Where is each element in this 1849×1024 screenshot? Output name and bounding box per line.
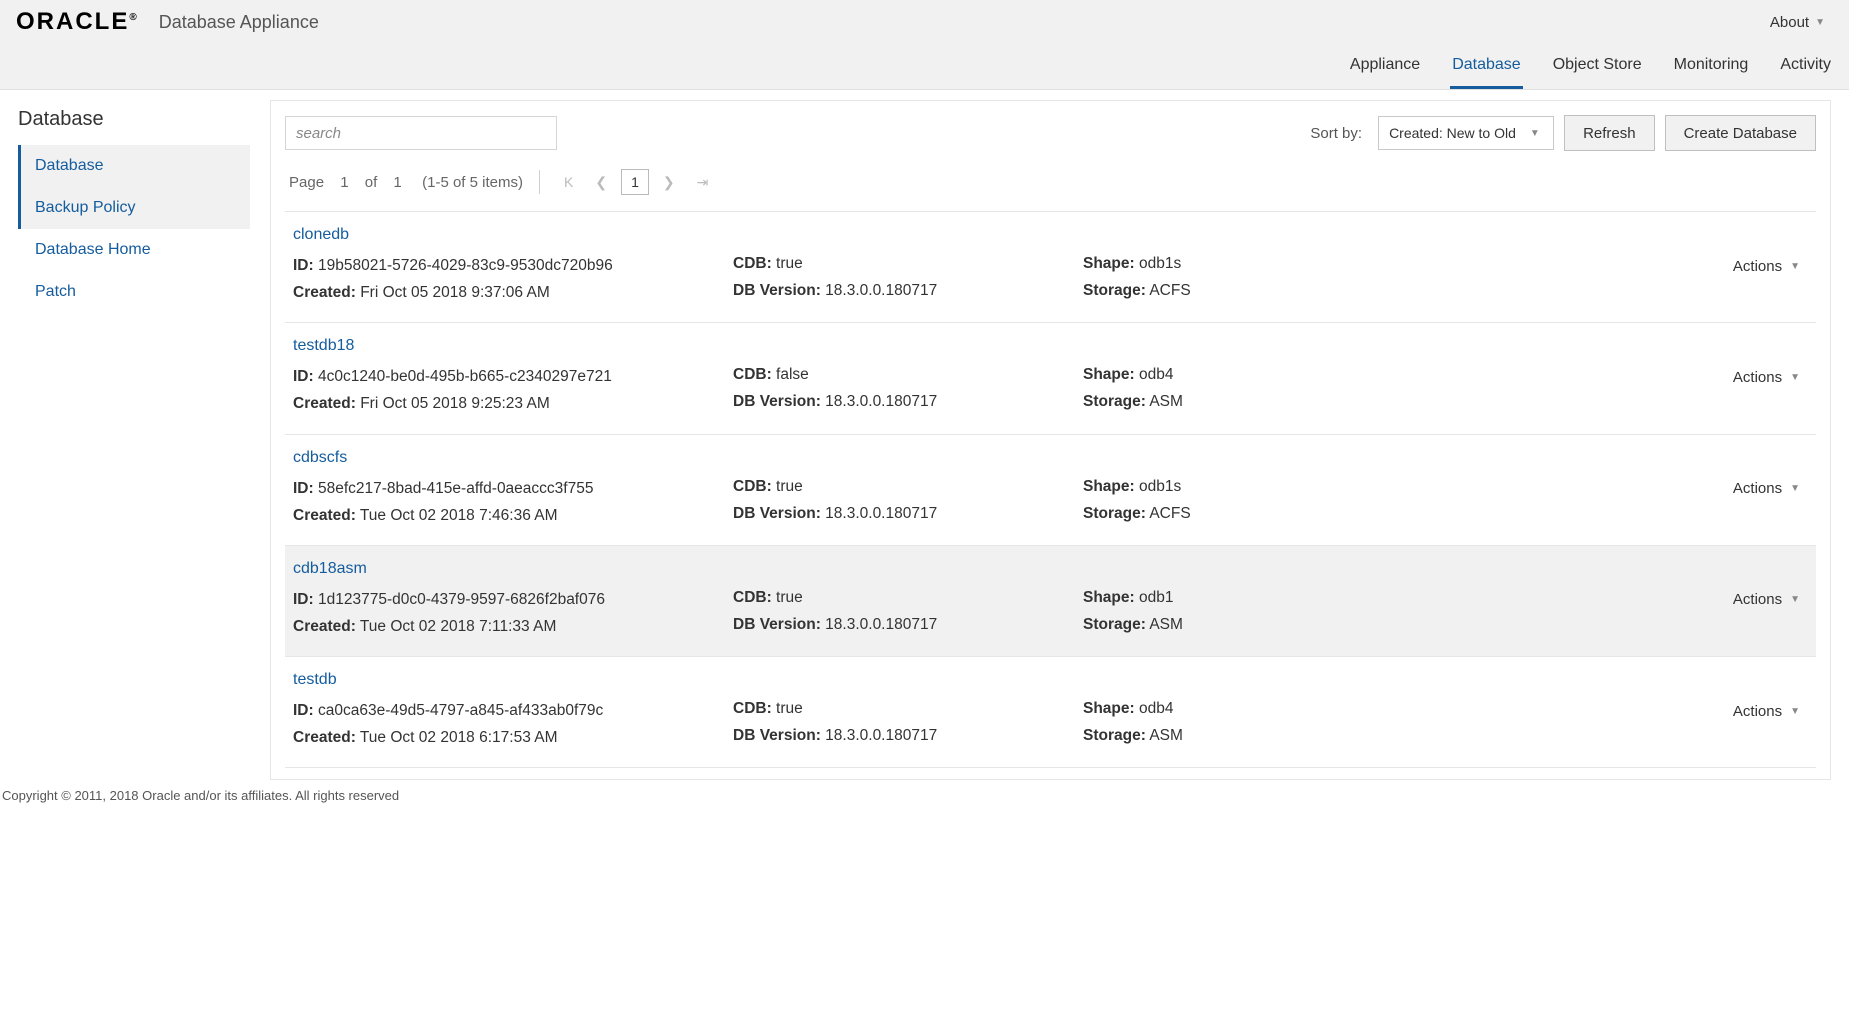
db-created: Created: Tue Oct 02 2018 7:11:33 AM: [293, 613, 733, 640]
actions-menu[interactable]: Actions ▼: [1733, 369, 1808, 386]
sidebar-item-patch[interactable]: Patch: [18, 271, 250, 313]
create-database-button[interactable]: Create Database: [1665, 115, 1816, 151]
page-number[interactable]: 1: [621, 169, 649, 195]
db-id: ID: 1d123775-d0c0-4379-9597-6826f2baf076: [293, 586, 733, 613]
db-version: DB Version: 18.3.0.0.180717: [733, 611, 1083, 638]
tab-activity[interactable]: Activity: [1778, 52, 1833, 89]
database-row: cdb18asm ID: 1d123775-d0c0-4379-9597-682…: [285, 546, 1816, 657]
database-list: clonedb ID: 19b58021-5726-4029-83c9-9530…: [285, 211, 1816, 768]
db-created: Created: Fri Oct 05 2018 9:37:06 AM: [293, 279, 733, 306]
db-created: Created: Tue Oct 02 2018 6:17:53 AM: [293, 724, 733, 751]
db-storage: Storage: ACFS: [1083, 277, 1733, 304]
top-banner: ORACLE® Database Appliance About ▼ Appli…: [0, 0, 1849, 90]
db-shape: Shape: odb1s: [1083, 473, 1733, 500]
database-name-link[interactable]: clonedb: [293, 226, 349, 252]
page-prev-icon[interactable]: ❮: [587, 174, 615, 191]
about-menu[interactable]: About ▼: [1770, 14, 1833, 31]
db-shape: Shape: odb1: [1083, 584, 1733, 611]
tab-appliance[interactable]: Appliance: [1348, 52, 1422, 89]
db-storage: Storage: ASM: [1083, 611, 1733, 638]
top-tabs: Appliance Database Object Store Monitoring A…: [0, 40, 1849, 89]
sidebar-item-backup-policy[interactable]: Backup Policy: [18, 187, 250, 229]
chevron-down-icon: ▼: [1790, 372, 1800, 383]
database-name-link[interactable]: testdb18: [293, 337, 354, 363]
db-cdb: CDB: true: [733, 250, 1083, 277]
app-title: Database Appliance: [159, 12, 319, 33]
sidebar-title: Database: [18, 102, 250, 145]
sortby-select[interactable]: Created: New to Old ▼: [1378, 116, 1554, 150]
actions-label: Actions: [1733, 369, 1782, 386]
main-content: Sort by: Created: New to Old ▼ Refresh C…: [260, 90, 1849, 780]
db-id: ID: ca0ca63e-49d5-4797-a845-af433ab0f79c: [293, 697, 733, 724]
pagination: Page 1 of 1 (1-5 of 5 items) K ❮ 1 ❯ ⇥: [285, 151, 1816, 211]
db-id: ID: 58efc217-8bad-415e-affd-0aeaccc3f755: [293, 475, 733, 502]
db-id: ID: 4c0c1240-be0d-495b-b665-c2340297e721: [293, 363, 733, 390]
db-cdb: CDB: true: [733, 584, 1083, 611]
actions-label: Actions: [1733, 591, 1782, 608]
chevron-down-icon: ▼: [1790, 594, 1800, 605]
db-version: DB Version: 18.3.0.0.180717: [733, 277, 1083, 304]
tab-database[interactable]: Database: [1450, 52, 1523, 89]
db-storage: Storage: ACFS: [1083, 500, 1733, 527]
toolbar: Sort by: Created: New to Old ▼ Refresh C…: [285, 115, 1816, 151]
sortby-label: Sort by:: [1310, 125, 1362, 142]
refresh-button[interactable]: Refresh: [1564, 115, 1655, 151]
db-storage: Storage: ASM: [1083, 388, 1733, 415]
db-shape: Shape: odb4: [1083, 361, 1733, 388]
actions-menu[interactable]: Actions ▼: [1733, 703, 1808, 720]
footer-copyright: Copyright © 2011, 2018 Oracle and/or its…: [0, 780, 1849, 811]
database-row: cdbscfs ID: 58efc217-8bad-415e-affd-0aea…: [285, 435, 1816, 546]
db-storage: Storage: ASM: [1083, 722, 1733, 749]
actions-label: Actions: [1733, 703, 1782, 720]
tab-monitoring[interactable]: Monitoring: [1672, 52, 1751, 89]
db-cdb: CDB: true: [733, 695, 1083, 722]
oracle-logo: ORACLE®: [16, 8, 139, 36]
tab-object-store[interactable]: Object Store: [1551, 52, 1644, 89]
actions-label: Actions: [1733, 480, 1782, 497]
database-row: testdb18 ID: 4c0c1240-be0d-495b-b665-c23…: [285, 323, 1816, 434]
db-id: ID: 19b58021-5726-4029-83c9-9530dc720b96: [293, 252, 733, 279]
actions-label: Actions: [1733, 258, 1782, 275]
db-created: Created: Fri Oct 05 2018 9:25:23 AM: [293, 390, 733, 417]
about-label: About: [1770, 14, 1809, 31]
database-panel: Sort by: Created: New to Old ▼ Refresh C…: [270, 100, 1831, 780]
db-version: DB Version: 18.3.0.0.180717: [733, 388, 1083, 415]
actions-menu[interactable]: Actions ▼: [1733, 480, 1808, 497]
chevron-down-icon: ▼: [1790, 706, 1800, 717]
chevron-down-icon: ▼: [1790, 261, 1800, 272]
sortby-value: Created: New to Old: [1389, 125, 1516, 141]
db-version: DB Version: 18.3.0.0.180717: [733, 722, 1083, 749]
database-name-link[interactable]: cdbscfs: [293, 449, 347, 475]
page-last-icon[interactable]: ⇥: [689, 174, 717, 191]
database-row: clonedb ID: 19b58021-5726-4029-83c9-9530…: [285, 212, 1816, 323]
database-row: testdb ID: ca0ca63e-49d5-4797-a845-af433…: [285, 657, 1816, 768]
db-shape: Shape: odb4: [1083, 695, 1733, 722]
db-shape: Shape: odb1s: [1083, 250, 1733, 277]
sidebar: Database DatabaseBackup PolicyDatabase H…: [0, 90, 260, 780]
actions-menu[interactable]: Actions ▼: [1733, 591, 1808, 608]
sidebar-item-database-home[interactable]: Database Home: [18, 229, 250, 271]
db-cdb: CDB: true: [733, 473, 1083, 500]
chevron-down-icon: ▼: [1790, 483, 1800, 494]
search-input[interactable]: [285, 116, 557, 150]
db-version: DB Version: 18.3.0.0.180717: [733, 500, 1083, 527]
chevron-down-icon: ▼: [1530, 128, 1540, 139]
database-name-link[interactable]: testdb: [293, 671, 337, 697]
actions-menu[interactable]: Actions ▼: [1733, 258, 1808, 275]
chevron-down-icon: ▼: [1815, 17, 1825, 28]
database-name-link[interactable]: cdb18asm: [293, 560, 367, 586]
sidebar-item-database[interactable]: Database: [18, 145, 250, 187]
page-first-icon[interactable]: K: [556, 174, 581, 190]
db-cdb: CDB: false: [733, 361, 1083, 388]
page-next-icon[interactable]: ❯: [655, 174, 683, 191]
db-created: Created: Tue Oct 02 2018 7:46:36 AM: [293, 502, 733, 529]
